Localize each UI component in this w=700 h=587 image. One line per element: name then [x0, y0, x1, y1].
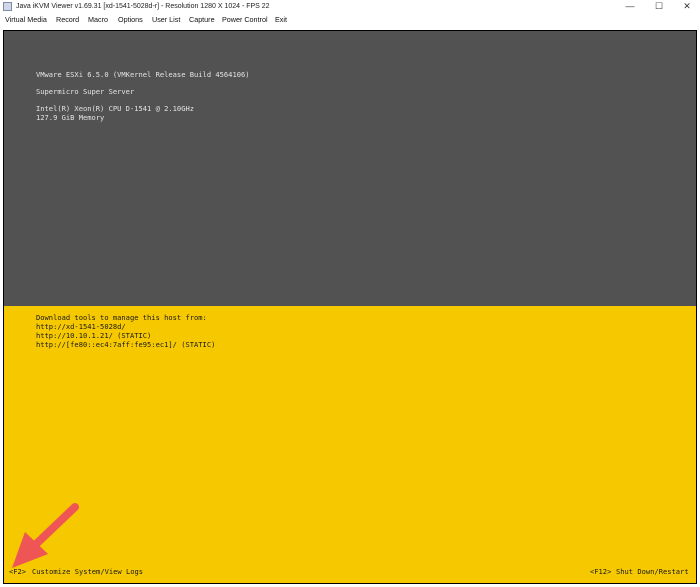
f2-key-label: <F2> [9, 567, 27, 576]
server-vendor-text: Supermicro Super Server [36, 87, 135, 96]
close-button[interactable]: ✕ [674, 0, 700, 13]
menu-capture[interactable]: Capture [189, 13, 215, 27]
customize-system-label: Customize System/View Logs [32, 567, 144, 576]
menu-user-list[interactable]: User List [152, 13, 180, 27]
f12-key-label: <F12> [590, 567, 612, 576]
minimize-button[interactable]: — [617, 0, 643, 13]
memory-text: 127.9 GiB Memory [36, 113, 105, 122]
menu-record[interactable]: Record [56, 13, 79, 27]
menu-bar: Virtual Media Record Macro Options User … [0, 13, 700, 27]
menu-options[interactable]: Options [118, 13, 143, 27]
maximize-button[interactable]: ☐ [646, 0, 672, 13]
esxi-version-text: VMware ESXi 6.5.0 (VMKernel Release Buil… [36, 70, 250, 79]
dcui-info-pane: VMware ESXi 6.5.0 (VMKernel Release Buil… [4, 31, 696, 306]
menu-power-control[interactable]: Power Control [222, 13, 268, 27]
dcui-download-pane: Download tools to manage this host from:… [4, 306, 696, 583]
remote-console-screen[interactable]: VMware ESXi 6.5.0 (VMKernel Release Buil… [3, 30, 697, 584]
window-title: Java iKVM Viewer v1.69.31 [xd-1541-5028d… [16, 3, 270, 10]
menu-virtual-media[interactable]: Virtual Media [5, 13, 47, 27]
shutdown-restart-label: Shut Down/Restart [616, 567, 689, 576]
menu-exit[interactable]: Exit [275, 13, 287, 27]
download-url-ipv6: http://[fe80::ec4:7aff:fe95:ec1]/ (STATI… [36, 340, 216, 349]
title-bar: Java iKVM Viewer v1.69.31 [xd-1541-5028d… [0, 0, 700, 13]
app-icon [3, 2, 12, 11]
menu-macro[interactable]: Macro [88, 13, 108, 27]
